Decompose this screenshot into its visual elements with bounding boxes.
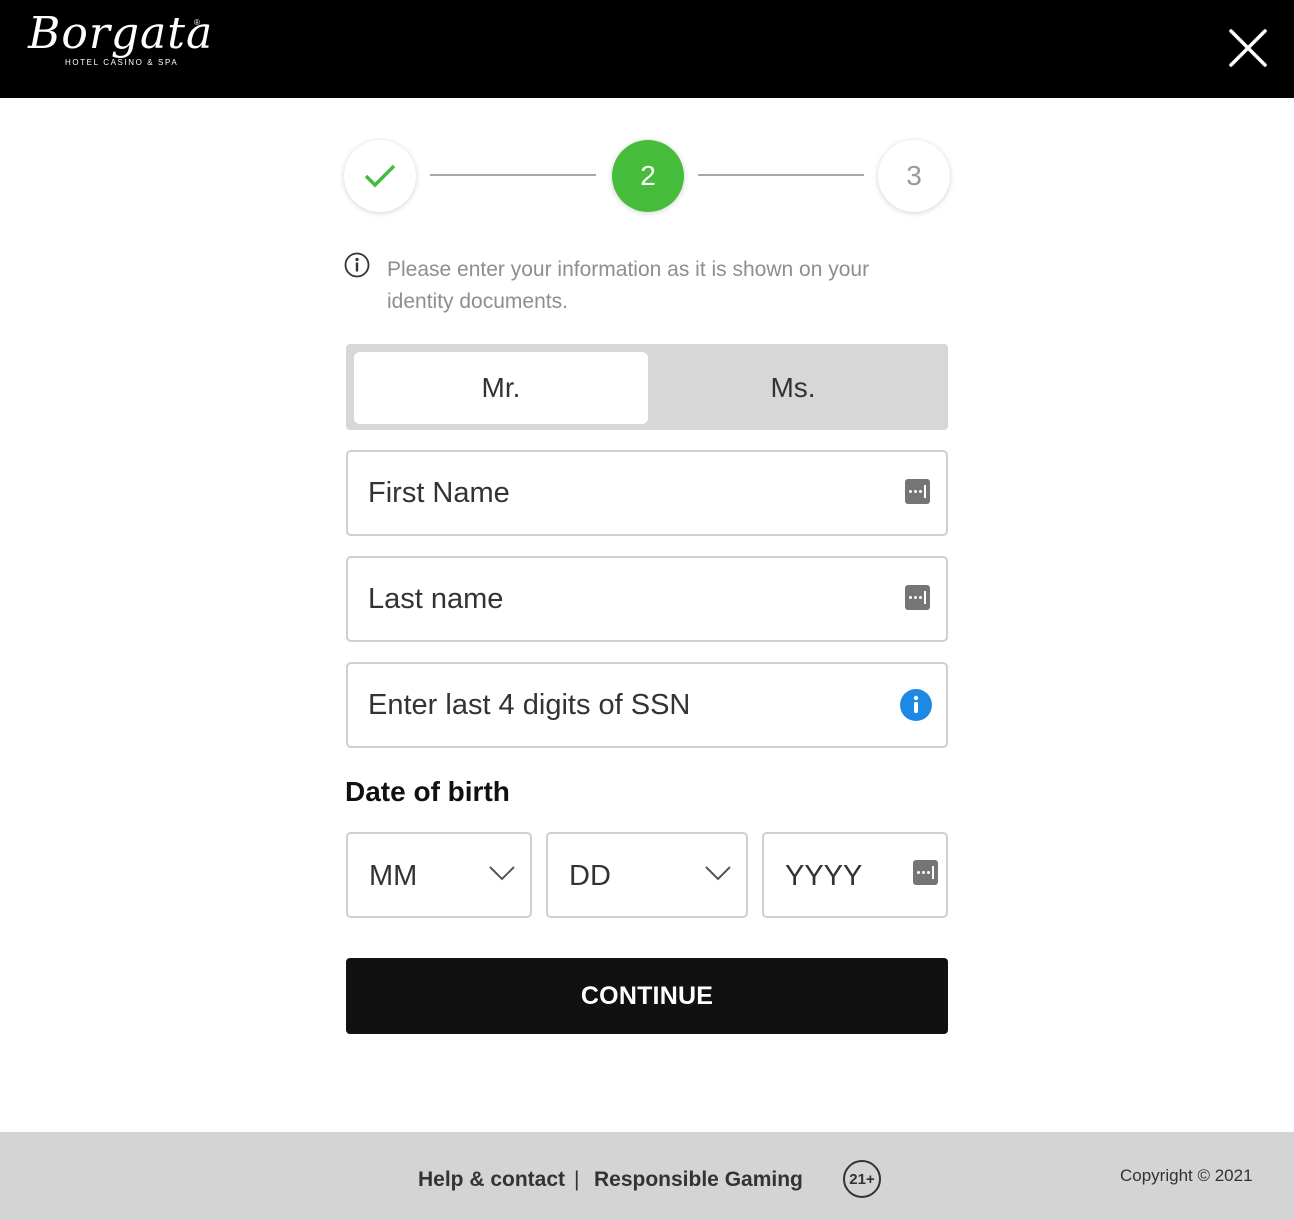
logo-registered-mark: ® [194,18,200,27]
keyboard-icon[interactable] [905,479,930,504]
dob-year-value: YYYY [785,860,863,892]
chevron-down-icon [705,866,731,881]
info-icon[interactable] [900,689,932,721]
title-option-mr[interactable]: Mr. [354,352,648,424]
registration-stepper: 2 3 [344,140,950,212]
info-text: Please enter your information as it is s… [387,258,870,313]
title-option-ms[interactable]: Ms. [646,352,940,424]
ssn-input[interactable] [368,664,888,746]
dob-day-select[interactable]: DD [546,832,748,918]
info-circle-icon [344,252,370,278]
close-icon [1229,29,1267,67]
footer: Help & contact | Responsible Gaming 21+ … [0,1132,1294,1220]
copyright-text: Copyright © 2021 [1120,1166,1253,1185]
dob-month-value: MM [369,860,418,892]
dob-month-select[interactable]: MM [346,832,532,918]
dob-label: Date of birth [345,776,510,807]
keyboard-icon[interactable] [905,585,930,610]
keyboard-icon[interactable] [913,860,938,885]
borgata-logo[interactable]: Borgata ® HOTEL CASINO & SPA [28,12,212,78]
dob-day-value: DD [569,860,611,892]
first-name-input[interactable] [368,452,888,534]
logo-subtitle: HOTEL CASINO & SPA [65,58,179,67]
chevron-down-icon [489,866,515,881]
step-connector [698,174,864,176]
continue-button[interactable]: CONTINUE [346,958,948,1034]
help-contact-link[interactable]: Help & contact [418,1168,565,1192]
logo-brand: Borgata [28,8,214,59]
step-3-pending: 3 [878,140,950,212]
last-name-input[interactable] [368,558,888,640]
step-2-active: 2 [612,140,684,212]
responsible-gaming-link[interactable]: Responsible Gaming [594,1168,803,1192]
check-icon [364,164,396,188]
title-toggle: Mr. Ms. [346,344,948,430]
dob-year-input[interactable]: YYYY [762,832,948,918]
ssn-field [346,662,948,748]
age-21-plus-badge: 21+ [843,1160,881,1198]
last-name-field [346,556,948,642]
first-name-field [346,450,948,536]
footer-separator: | [574,1168,580,1191]
top-bar: Borgata ® HOTEL CASINO & SPA [0,0,1294,98]
close-button[interactable] [1226,26,1270,70]
step-1-completed [344,140,416,212]
step-connector [430,174,596,176]
